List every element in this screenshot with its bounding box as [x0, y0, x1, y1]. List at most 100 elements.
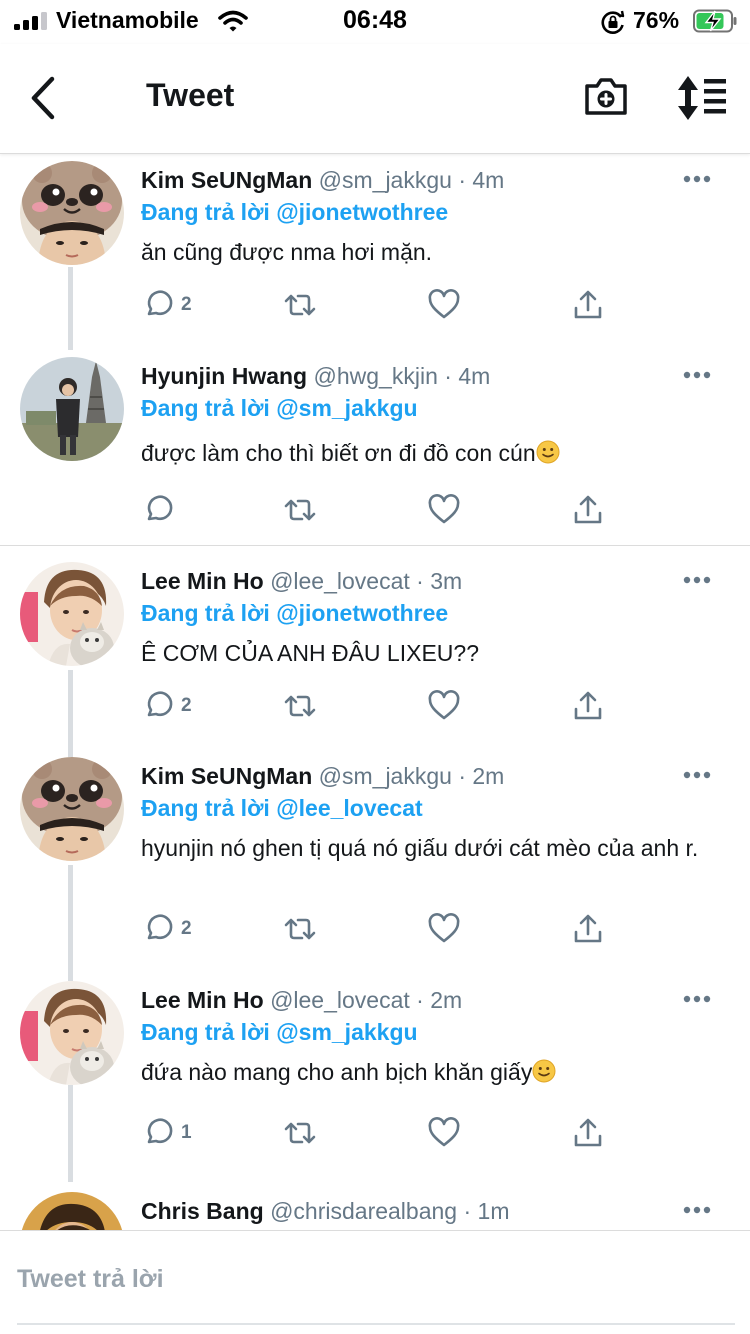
more-options-icon[interactable] — [683, 771, 711, 779]
retweet-button[interactable] — [283, 1116, 317, 1152]
share-button[interactable] — [571, 912, 605, 948]
like-button[interactable] — [427, 288, 461, 324]
author-handle[interactable]: @chrisdarealbang — [270, 1198, 457, 1224]
avatar[interactable] — [20, 981, 124, 1085]
like-button[interactable] — [427, 493, 461, 529]
share-button[interactable] — [571, 493, 605, 529]
avatar[interactable] — [20, 562, 124, 666]
replying-to-handle[interactable]: @sm_jakkgu — [276, 395, 417, 421]
tweet-item[interactable]: Kim SeUNgMan @sm_jakkgu · 4m Đang trả lờ… — [0, 155, 750, 350]
replying-to-label: Đang trả lời — [141, 795, 270, 821]
author-handle[interactable]: @hwg_kkjin — [314, 363, 438, 389]
retweet-button[interactable] — [283, 912, 317, 948]
page-title: Tweet — [146, 77, 235, 113]
replying-to-handle[interactable]: @lee_lovecat — [276, 795, 422, 821]
replying-to: Đang trả lời @jionetwothree — [141, 600, 448, 627]
like-button[interactable] — [427, 912, 461, 948]
replying-to-handle[interactable]: @jionetwothree — [276, 600, 448, 626]
share-icon — [571, 912, 605, 946]
replying-to-label: Đang trả lời — [141, 199, 270, 225]
tweet-header: Lee Min Ho @lee_lovecat · 2m — [141, 987, 462, 1014]
reply-button[interactable]: 2 — [141, 689, 192, 725]
tweet-header: Kim SeUNgMan @sm_jakkgu · 2m — [141, 763, 504, 790]
share-button[interactable] — [571, 288, 605, 324]
tweet-time: 1m — [477, 1198, 510, 1224]
reply-button[interactable] — [141, 493, 175, 529]
separator-dot: · — [416, 568, 424, 594]
tweet-item[interactable]: Chris Bang @chrisdarealbang · 1m — [0, 1182, 750, 1230]
avatar[interactable] — [20, 1192, 124, 1230]
separator-dot: · — [458, 763, 466, 789]
like-button[interactable] — [427, 689, 461, 725]
reply-button[interactable]: 2 — [141, 912, 192, 948]
tweet-actions: 1 — [141, 1116, 621, 1152]
reply-count: 2 — [181, 918, 192, 939]
retweet-button[interactable] — [283, 288, 317, 324]
reply-icon — [141, 912, 175, 946]
status-bar: Vietnamobile 06:48 76% — [0, 0, 750, 44]
reply-icon — [141, 493, 175, 527]
author-name[interactable]: Kim SeUNgMan — [141, 763, 312, 789]
back-icon[interactable] — [26, 75, 60, 121]
retweet-icon — [283, 689, 317, 723]
more-options-icon[interactable] — [683, 576, 711, 584]
smiling-face-emoji-icon — [536, 440, 560, 464]
replying-to-handle[interactable]: @sm_jakkgu — [276, 1019, 417, 1045]
share-button[interactable] — [571, 1116, 605, 1152]
tweet-time: 4m — [472, 167, 505, 193]
battery-charging-icon — [693, 9, 737, 33]
more-options-icon[interactable] — [683, 371, 711, 379]
tweet-actions: 2 — [141, 288, 621, 324]
heart-icon — [427, 912, 461, 946]
replies-feed[interactable]: Kim SeUNgMan @sm_jakkgu · 4m Đang trả lờ… — [0, 155, 750, 1230]
tweet-text: hyunjin nó ghen tị quá nó giấu dưới cát … — [141, 835, 699, 861]
tweet-text-content: đứa nào mang cho anh bịch khăn giấy — [141, 1059, 533, 1085]
author-handle[interactable]: @sm_jakkgu — [319, 763, 452, 789]
heart-icon — [427, 1116, 461, 1150]
author-name[interactable]: Chris Bang — [141, 1198, 264, 1224]
reply-compose-bar[interactable]: Tweet trả lời — [0, 1230, 750, 1334]
thread-connector — [68, 1085, 73, 1182]
sort-icon[interactable] — [676, 74, 728, 122]
author-name[interactable]: Lee Min Ho — [141, 568, 264, 594]
author-handle[interactable]: @sm_jakkgu — [319, 167, 452, 193]
tweet-item[interactable]: Lee Min Ho @lee_lovecat · 3m Đang trả lờ… — [0, 545, 750, 754]
author-name[interactable]: Hyunjin Hwang — [141, 363, 307, 389]
separator-dot: · — [463, 1198, 472, 1224]
tweet-item[interactable]: Kim SeUNgMan @sm_jakkgu · 2m Đang trả lờ… — [0, 753, 750, 977]
retweet-button[interactable] — [283, 689, 317, 725]
more-options-icon[interactable] — [683, 995, 711, 1003]
reply-button[interactable]: 2 — [141, 288, 192, 324]
tweet-actions: 2 — [141, 912, 621, 948]
reply-count: 2 — [181, 695, 192, 716]
tweet-time: 2m — [430, 987, 463, 1013]
tweet-item[interactable]: Hyunjin Hwang @hwg_kkjin · 4m Đang trả l… — [0, 350, 750, 545]
avatar[interactable] — [20, 757, 124, 861]
share-button[interactable] — [571, 689, 605, 725]
tweet-item[interactable]: Lee Min Ho @lee_lovecat · 2m Đang trả lờ… — [0, 977, 750, 1182]
nav-bar: Tweet — [0, 44, 750, 154]
rotation-lock-icon — [601, 10, 625, 34]
like-button[interactable] — [427, 1116, 461, 1152]
author-name[interactable]: Lee Min Ho — [141, 987, 264, 1013]
share-icon — [571, 689, 605, 723]
more-options-icon[interactable] — [683, 1206, 711, 1214]
camera-icon[interactable] — [582, 72, 630, 120]
compose-underline — [17, 1323, 735, 1325]
author-handle[interactable]: @lee_lovecat — [270, 987, 410, 1013]
thread-connector — [68, 267, 73, 350]
share-icon — [571, 1116, 605, 1150]
author-handle[interactable]: @lee_lovecat — [270, 568, 410, 594]
more-options-icon[interactable] — [683, 175, 711, 183]
avatar[interactable] — [20, 357, 124, 461]
author-name[interactable]: Kim SeUNgMan — [141, 167, 312, 193]
reply-input-placeholder[interactable]: Tweet trả lời — [17, 1265, 164, 1294]
tweet-text: được làm cho thì biết ơn đi đồ con cún — [141, 438, 701, 468]
tweet-actions: 2 — [141, 689, 621, 725]
retweet-button[interactable] — [283, 493, 317, 529]
heart-icon — [427, 493, 461, 527]
replying-to-handle[interactable]: @jionetwothree — [276, 199, 448, 225]
reply-button[interactable]: 1 — [141, 1116, 192, 1152]
smiling-face-emoji-icon — [532, 1059, 556, 1083]
avatar[interactable] — [20, 161, 124, 265]
